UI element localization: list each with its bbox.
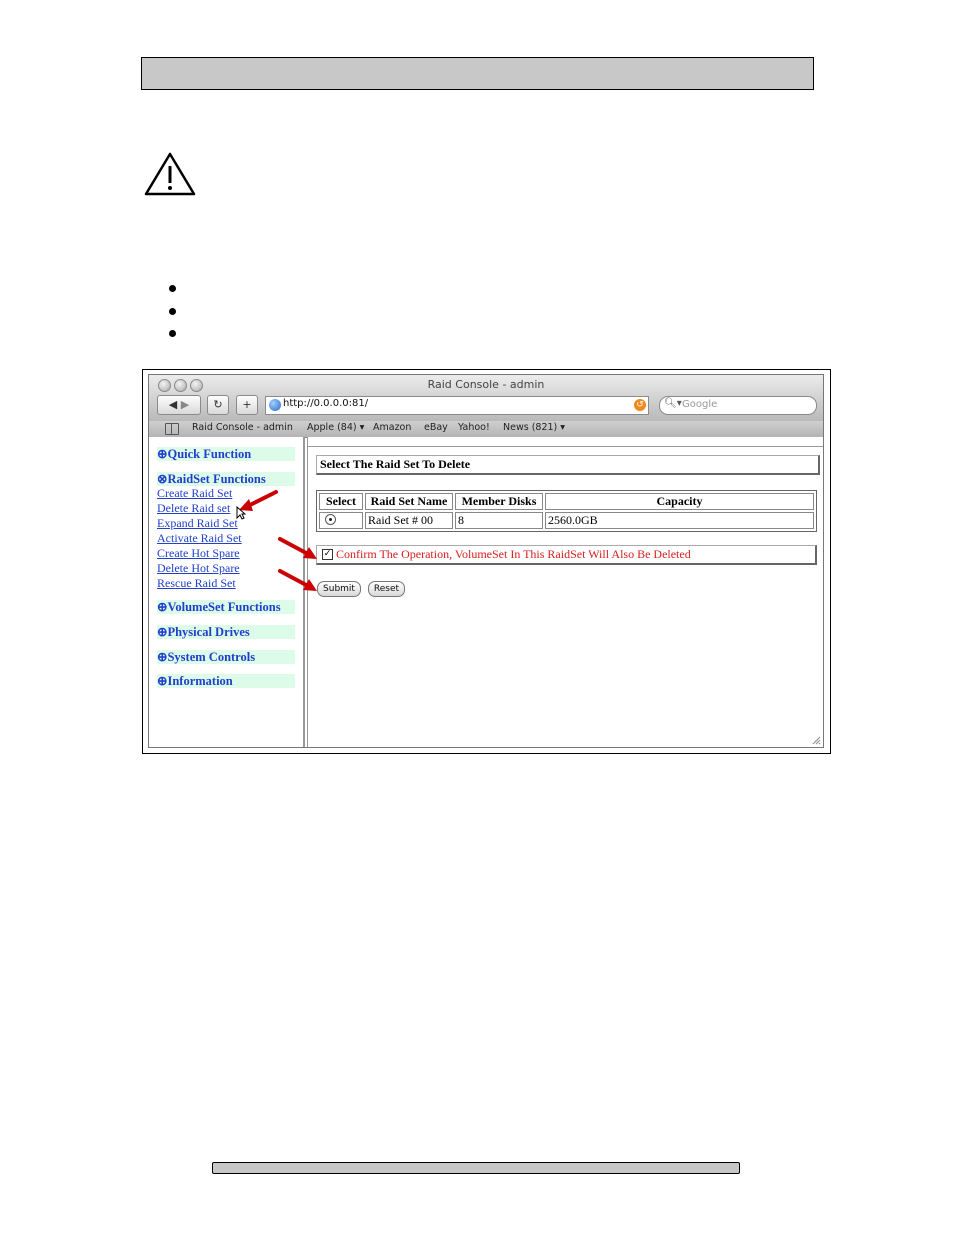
sidebar-link-create-raid-set[interactable]: Create Raid Set [157, 486, 232, 500]
sidebar-link-expand-raid-set[interactable]: Expand Raid Set [157, 516, 238, 530]
content-divider [308, 446, 823, 447]
annotation-arrow-icon [278, 537, 317, 559]
confirm-operation-row: ✓ Confirm The Operation, VolumeSet In Th… [316, 545, 817, 565]
sidebar-link-delete-raid-set[interactable]: Delete Raid set [157, 501, 230, 515]
capacity-cell: 2560.0GB [545, 512, 814, 529]
bullet-point [169, 285, 176, 292]
window-title: Raid Console - admin [427, 378, 545, 391]
sidebar-item-physical-drives[interactable]: ⊕Physical Drives [157, 625, 295, 639]
bookmark-raid-console[interactable]: Raid Console - admin [192, 422, 293, 433]
sidebar-item-information[interactable]: ⊕Information [157, 674, 295, 688]
sidebar-link-rescue-raid-set[interactable]: Rescue Raid Set [157, 576, 236, 590]
page-header-bar [141, 57, 814, 90]
select-cell [319, 512, 363, 529]
annotation-arrow-icon [278, 569, 317, 591]
sidebar-item-volumeset-functions[interactable]: ⊕VolumeSet Functions [157, 600, 295, 614]
address-text[interactable]: http://0.0.0.0:81/ [283, 398, 368, 409]
forward-arrow-icon[interactable]: ▶ [181, 398, 189, 411]
panel-title: Select The Raid Set To Delete [316, 455, 820, 475]
plus-icon: + [242, 398, 252, 411]
sidebar-link-activate-raid-set[interactable]: Activate Raid Set [157, 531, 242, 545]
address-bar[interactable]: http://0.0.0.0:81/ [265, 396, 649, 415]
add-bookmark-button[interactable]: + [236, 395, 258, 415]
member-disks-cell: 8 [455, 512, 543, 529]
table-row: Raid Set # 00 8 2560.0GB [319, 512, 814, 529]
reload-button[interactable]: ↻ [207, 395, 229, 415]
table-header-row: Select Raid Set Name Member Disks Capaci… [319, 493, 814, 510]
confirm-label: Confirm The Operation, VolumeSet In This… [336, 547, 691, 561]
search-icon: 🔍︎▾ [664, 398, 682, 409]
column-header-member-disks: Member Disks [455, 493, 543, 510]
sidebar-link-create-hot-spare[interactable]: Create Hot Spare [157, 546, 240, 560]
bookmark-yahoo[interactable]: Yahoo! [458, 422, 490, 433]
search-placeholder: Google [682, 399, 718, 410]
bullet-point [169, 330, 176, 337]
reload-icon: ↻ [213, 398, 223, 411]
resize-grip-icon[interactable] [812, 736, 821, 745]
back-forward-buttons[interactable]: ◀ ▶ [157, 395, 201, 415]
browser-titlebar: Raid Console - admin ◀ ▶ ↻ + http://0.0.… [149, 375, 823, 422]
sidebar-item-system-controls[interactable]: ⊕System Controls [157, 650, 295, 664]
mouse-cursor-icon [236, 506, 246, 520]
sidebar-item-raidset-functions[interactable]: ⊗RaidSet Functions [157, 472, 295, 486]
sidebar-link-delete-hot-spare[interactable]: Delete Hot Spare [157, 561, 240, 575]
bookmark-amazon[interactable]: Amazon [373, 422, 411, 433]
raid-set-radio[interactable] [325, 514, 336, 525]
column-header-select: Select [319, 493, 363, 510]
column-header-raid-set-name: Raid Set Name [365, 493, 453, 510]
bookmark-news[interactable]: News (821) ▾ [503, 422, 565, 433]
sidebar-item-quick-function[interactable]: ⊕Quick Function [157, 447, 295, 461]
page-footer-bar [212, 1162, 740, 1174]
raid-set-table: Select Raid Set Name Member Disks Capaci… [316, 490, 817, 532]
reset-button[interactable]: Reset [368, 581, 405, 597]
bookmarks-bar: Raid Console - admin Apple (84) ▾ Amazon… [149, 421, 823, 438]
search-input[interactable]: 🔍︎▾ Google [659, 396, 817, 415]
back-arrow-icon[interactable]: ◀ [169, 398, 177, 411]
globe-icon [269, 399, 281, 411]
bookmark-apple[interactable]: Apple (84) ▾ [307, 422, 364, 433]
snapback-icon[interactable]: ↺ [634, 399, 646, 411]
raid-set-name-cell: Raid Set # 00 [365, 512, 453, 529]
main-content: Select The Raid Set To Delete Select Rai… [307, 437, 823, 747]
confirm-checkbox[interactable]: ✓ [322, 549, 333, 560]
submit-button[interactable]: Submit [317, 581, 361, 597]
book-icon[interactable] [165, 423, 179, 435]
bullet-point [169, 308, 176, 315]
bookmark-ebay[interactable]: eBay [424, 422, 448, 433]
warning-icon [144, 152, 196, 196]
browser-window: Raid Console - admin ◀ ▶ ↻ + http://0.0.… [148, 374, 824, 748]
column-header-capacity: Capacity [545, 493, 814, 510]
